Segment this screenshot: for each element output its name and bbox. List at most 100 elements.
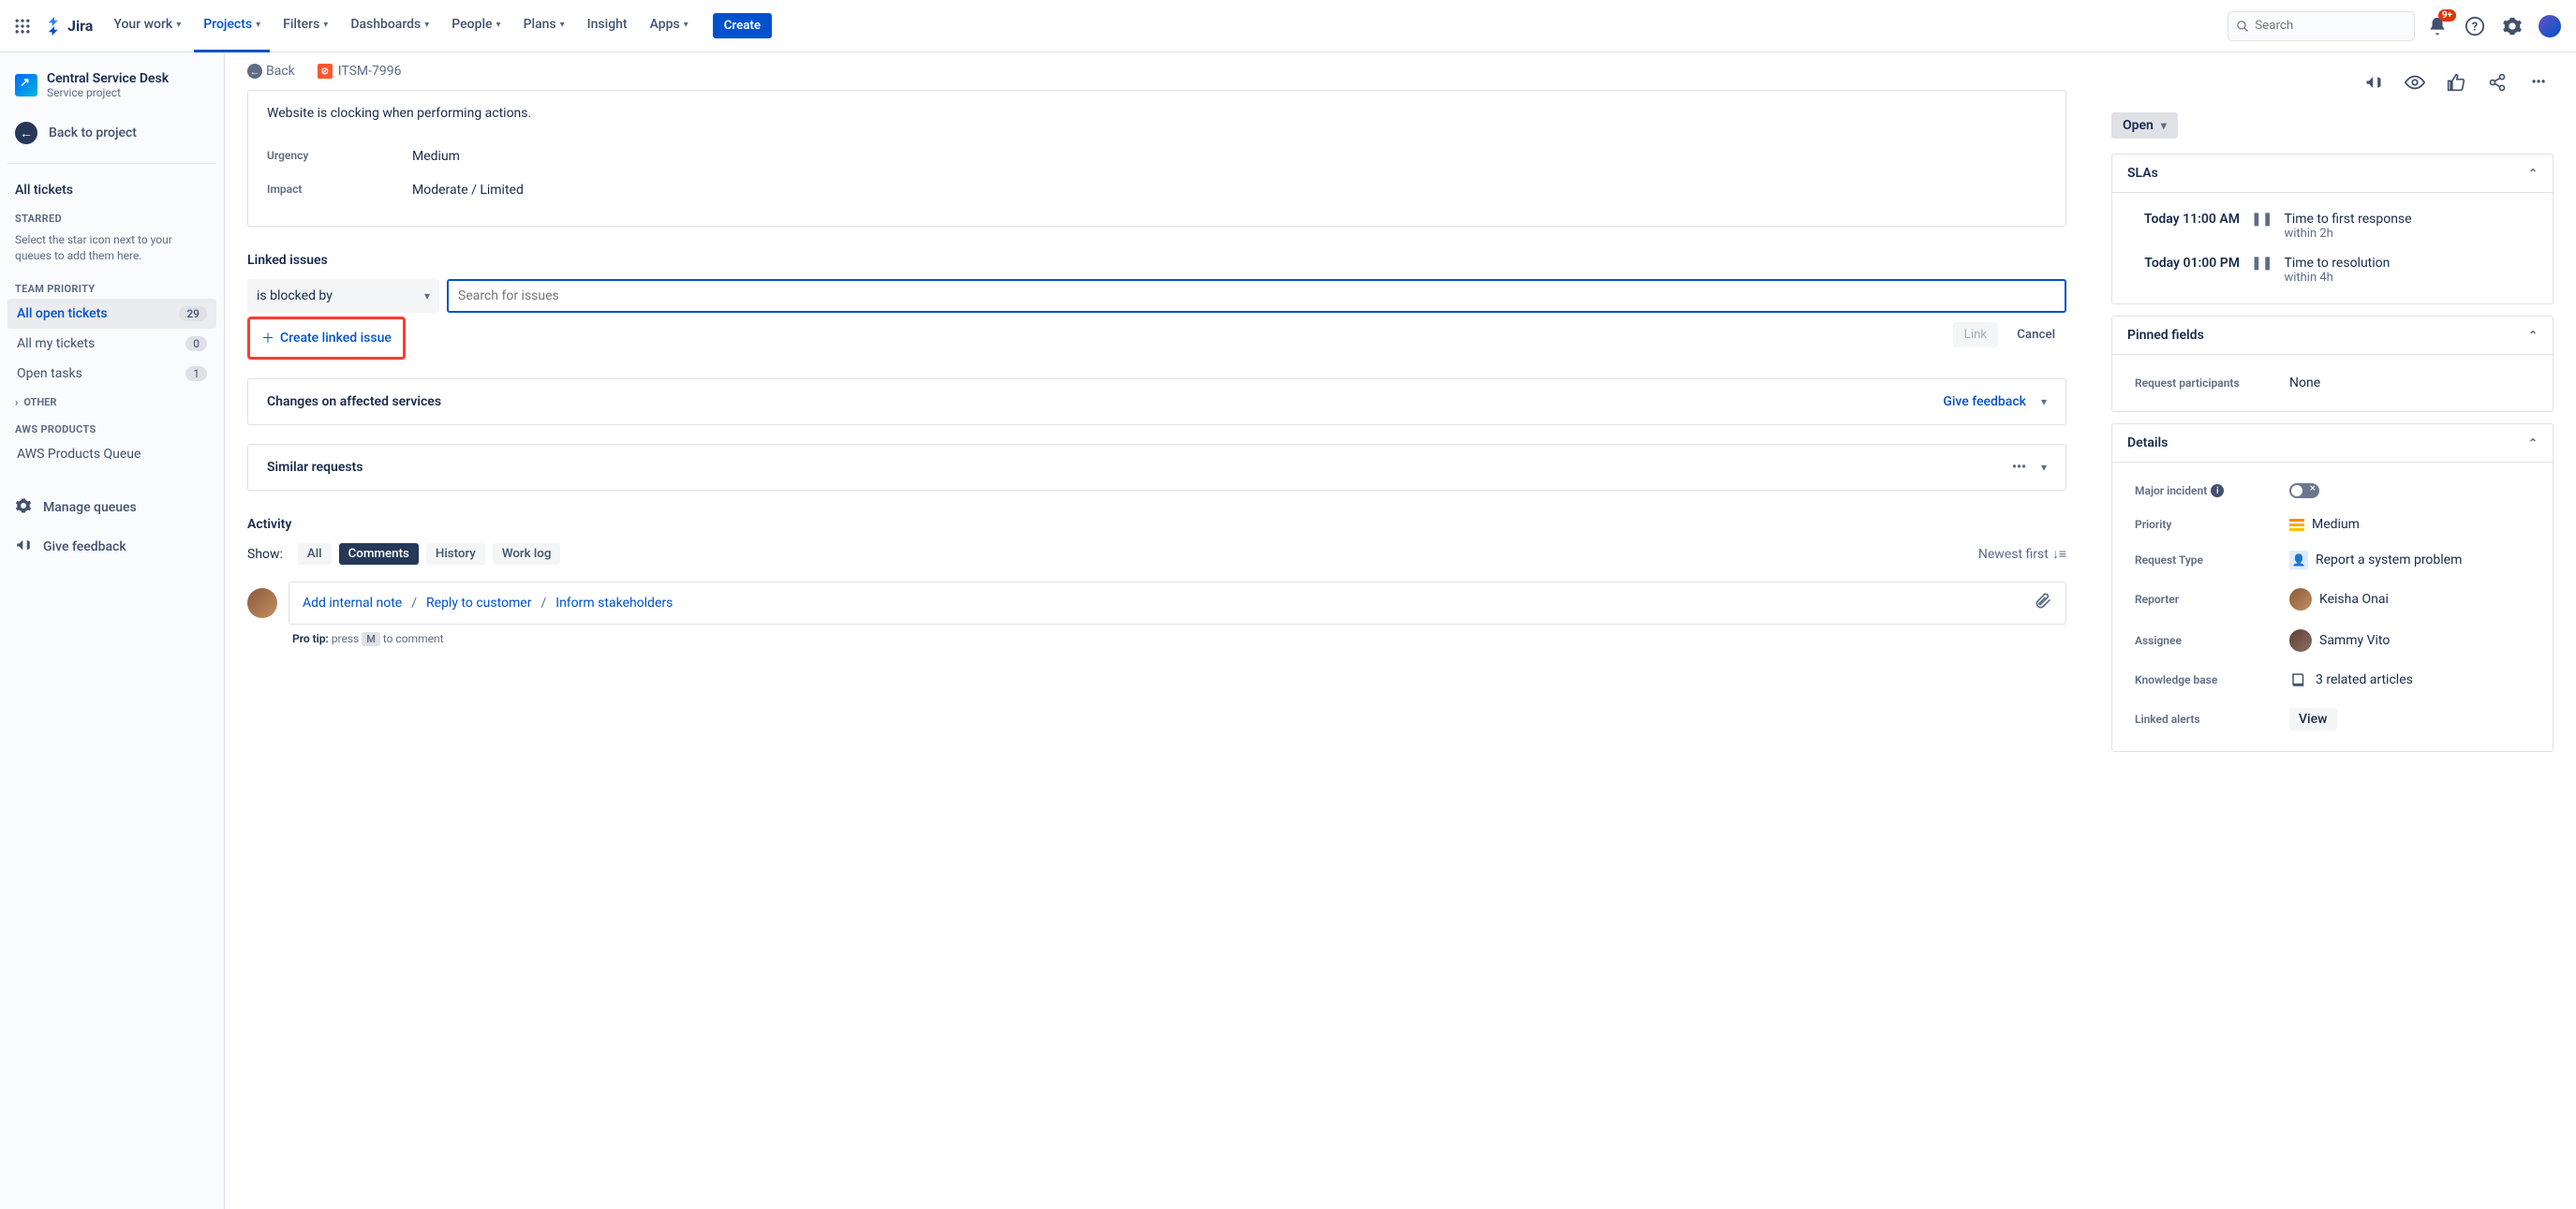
priority-medium-icon — [2289, 523, 2304, 526]
request-participants-row[interactable]: Request participants None — [2127, 366, 2538, 400]
queue-open-tasks[interactable]: Open tasks 1 — [7, 359, 216, 389]
nav-insight[interactable]: Insight — [578, 0, 637, 52]
chevron-down-icon[interactable]: ▾ — [2041, 395, 2047, 408]
linked-issues-row: is blocked by ▾ — [247, 279, 2066, 313]
current-user-avatar — [247, 588, 277, 618]
logo-text: Jira — [67, 17, 93, 35]
issue-key-link[interactable]: ⊘ ITSM-7996 — [318, 64, 402, 79]
link-button[interactable]: Link — [1953, 322, 1999, 347]
chevron-down-icon: ▾ — [560, 20, 565, 30]
slas-card: SLAs ⌃ Today 11:00 AM ❚❚ Time to first r… — [2111, 154, 2554, 304]
key-m: M — [362, 632, 380, 646]
slas-header[interactable]: SLAs ⌃ — [2112, 155, 2553, 193]
tab-history[interactable]: History — [426, 543, 485, 565]
details-header[interactable]: Details ⌃ — [2112, 424, 2553, 463]
assignee-row[interactable]: Assignee Sammy Vito — [2127, 620, 2538, 661]
notifications-icon[interactable]: 9+ — [2422, 11, 2452, 41]
queue-all-my-tickets[interactable]: All my tickets 0 — [7, 329, 216, 359]
pinned-fields-card: Pinned fields ⌃ Request participants Non… — [2111, 316, 2554, 412]
status-dropdown[interactable]: Open ▾ — [2111, 112, 2178, 139]
add-internal-note[interactable]: Add internal note — [303, 596, 402, 611]
team-priority-label: TEAM PRIORITY — [7, 275, 216, 299]
link-relation-select[interactable]: is blocked by ▾ — [247, 279, 439, 313]
assignee-avatar — [2289, 629, 2312, 652]
attachment-icon[interactable] — [2034, 592, 2052, 614]
jira-logo[interactable]: Jira — [37, 17, 100, 36]
show-label: Show: — [247, 547, 283, 562]
starred-label: STARRED — [7, 205, 216, 229]
project-icon — [15, 74, 37, 96]
profile-avatar[interactable] — [2535, 11, 2565, 41]
project-type: Service project — [47, 86, 169, 99]
reporter-row[interactable]: Reporter Keisha Onai — [2127, 579, 2538, 620]
notifications-badge: 9+ — [2438, 9, 2456, 22]
sla-row: Today 11:00 AM ❚❚ Time to first response… — [2127, 204, 2538, 248]
help-icon[interactable]: ? — [2460, 11, 2490, 41]
tab-work-log[interactable]: Work log — [493, 543, 561, 565]
sidebar-give-feedback[interactable]: Give feedback — [7, 527, 216, 567]
project-header[interactable]: Central Service Desk Service project — [7, 67, 216, 114]
sort-icon: ↓≡ — [2052, 546, 2066, 562]
comment-row: Add internal note / Reply to customer / … — [247, 582, 2066, 625]
inform-stakeholders[interactable]: Inform stakeholders — [555, 596, 673, 611]
changes-title: Changes on affected services — [267, 394, 441, 409]
search-input[interactable] — [2255, 19, 2406, 33]
link-actions: Link Cancel — [1953, 322, 2066, 347]
other-section[interactable]: › OTHER — [7, 389, 216, 416]
more-icon[interactable]: ••• — [2012, 460, 2026, 475]
back-button[interactable]: ← Back — [247, 64, 295, 79]
nav-projects[interactable]: Projects▾ — [194, 0, 270, 52]
global-search[interactable] — [2228, 11, 2415, 41]
changes-feedback-link[interactable]: Give feedback — [1943, 394, 2026, 409]
chevron-down-icon[interactable]: ▾ — [2041, 461, 2047, 474]
nav-dashboards[interactable]: Dashboards▾ — [341, 0, 438, 52]
tab-comments[interactable]: Comments — [339, 543, 419, 565]
project-name: Central Service Desk — [47, 71, 169, 86]
cancel-button[interactable]: Cancel — [2006, 322, 2066, 347]
center-column: ← Back ⊘ ITSM-7996 Website is clocking w… — [225, 52, 2089, 1209]
main: Central Service Desk Service project ← B… — [0, 52, 2576, 1209]
chevron-up-icon: ⌃ — [2528, 329, 2538, 342]
nav-plans[interactable]: Plans▾ — [514, 0, 574, 52]
topbar-left: Jira Your work▾ Projects▾ Filters▾ Dashb… — [11, 0, 772, 52]
nav-people[interactable]: People▾ — [442, 0, 510, 52]
nav-your-work[interactable]: Your work▾ — [104, 0, 190, 52]
comment-input-box[interactable]: Add internal note / Reply to customer / … — [289, 582, 2066, 625]
priority-row[interactable]: Priority Medium — [2127, 508, 2538, 541]
sla-row: Today 01:00 PM ❚❚ Time to resolution wit… — [2127, 248, 2538, 292]
link-search-input[interactable] — [458, 288, 2055, 303]
svg-text:?: ? — [2472, 20, 2478, 34]
details-card: Details ⌃ Major incidenti Priority Mediu… — [2111, 423, 2554, 752]
create-linked-issue-button[interactable]: ＋ Create linked issue — [252, 321, 401, 355]
share-icon[interactable] — [2482, 67, 2512, 97]
create-button[interactable]: Create — [713, 13, 772, 38]
queue-all-open-tickets[interactable]: All open tickets 29 — [7, 299, 216, 329]
settings-icon[interactable] — [2497, 11, 2527, 41]
app-switcher-icon[interactable] — [11, 15, 34, 37]
back-to-project[interactable]: ← Back to project — [7, 114, 216, 152]
major-incident-toggle[interactable] — [2289, 483, 2319, 498]
knowledge-base-row[interactable]: Knowledge base 3 related articles — [2127, 661, 2538, 699]
tab-all[interactable]: All — [298, 543, 332, 565]
pinned-fields-header[interactable]: Pinned fields ⌃ — [2112, 317, 2553, 355]
queue-aws-products[interactable]: AWS Products Queue — [7, 439, 216, 469]
like-icon[interactable] — [2441, 67, 2471, 97]
view-linked-alerts-button[interactable]: View — [2289, 708, 2337, 730]
nav-apps[interactable]: Apps▾ — [641, 0, 698, 52]
aws-label: AWS PRODUCTS — [7, 416, 216, 439]
reply-to-customer[interactable]: Reply to customer — [426, 596, 531, 611]
megaphone-icon — [15, 537, 32, 557]
all-tickets-link[interactable]: All tickets — [7, 175, 216, 205]
info-icon[interactable]: i — [2211, 484, 2224, 497]
link-search-box[interactable] — [447, 279, 2066, 313]
major-incident-row: Major incidenti — [2127, 474, 2538, 508]
sort-newest-first[interactable]: Newest first ↓≡ — [1978, 546, 2066, 562]
more-actions-icon[interactable]: ••• — [2524, 67, 2554, 97]
watch-icon[interactable] — [2400, 67, 2430, 97]
nav-filters[interactable]: Filters▾ — [274, 0, 337, 52]
manage-queues[interactable]: Manage queues — [7, 488, 216, 527]
feedback-icon[interactable] — [2359, 67, 2389, 97]
issue-actions: ••• — [2111, 67, 2554, 97]
request-type-row[interactable]: Request Type 👤Report a system problem — [2127, 541, 2538, 579]
linked-alerts-row: Linked alerts View — [2127, 699, 2538, 740]
